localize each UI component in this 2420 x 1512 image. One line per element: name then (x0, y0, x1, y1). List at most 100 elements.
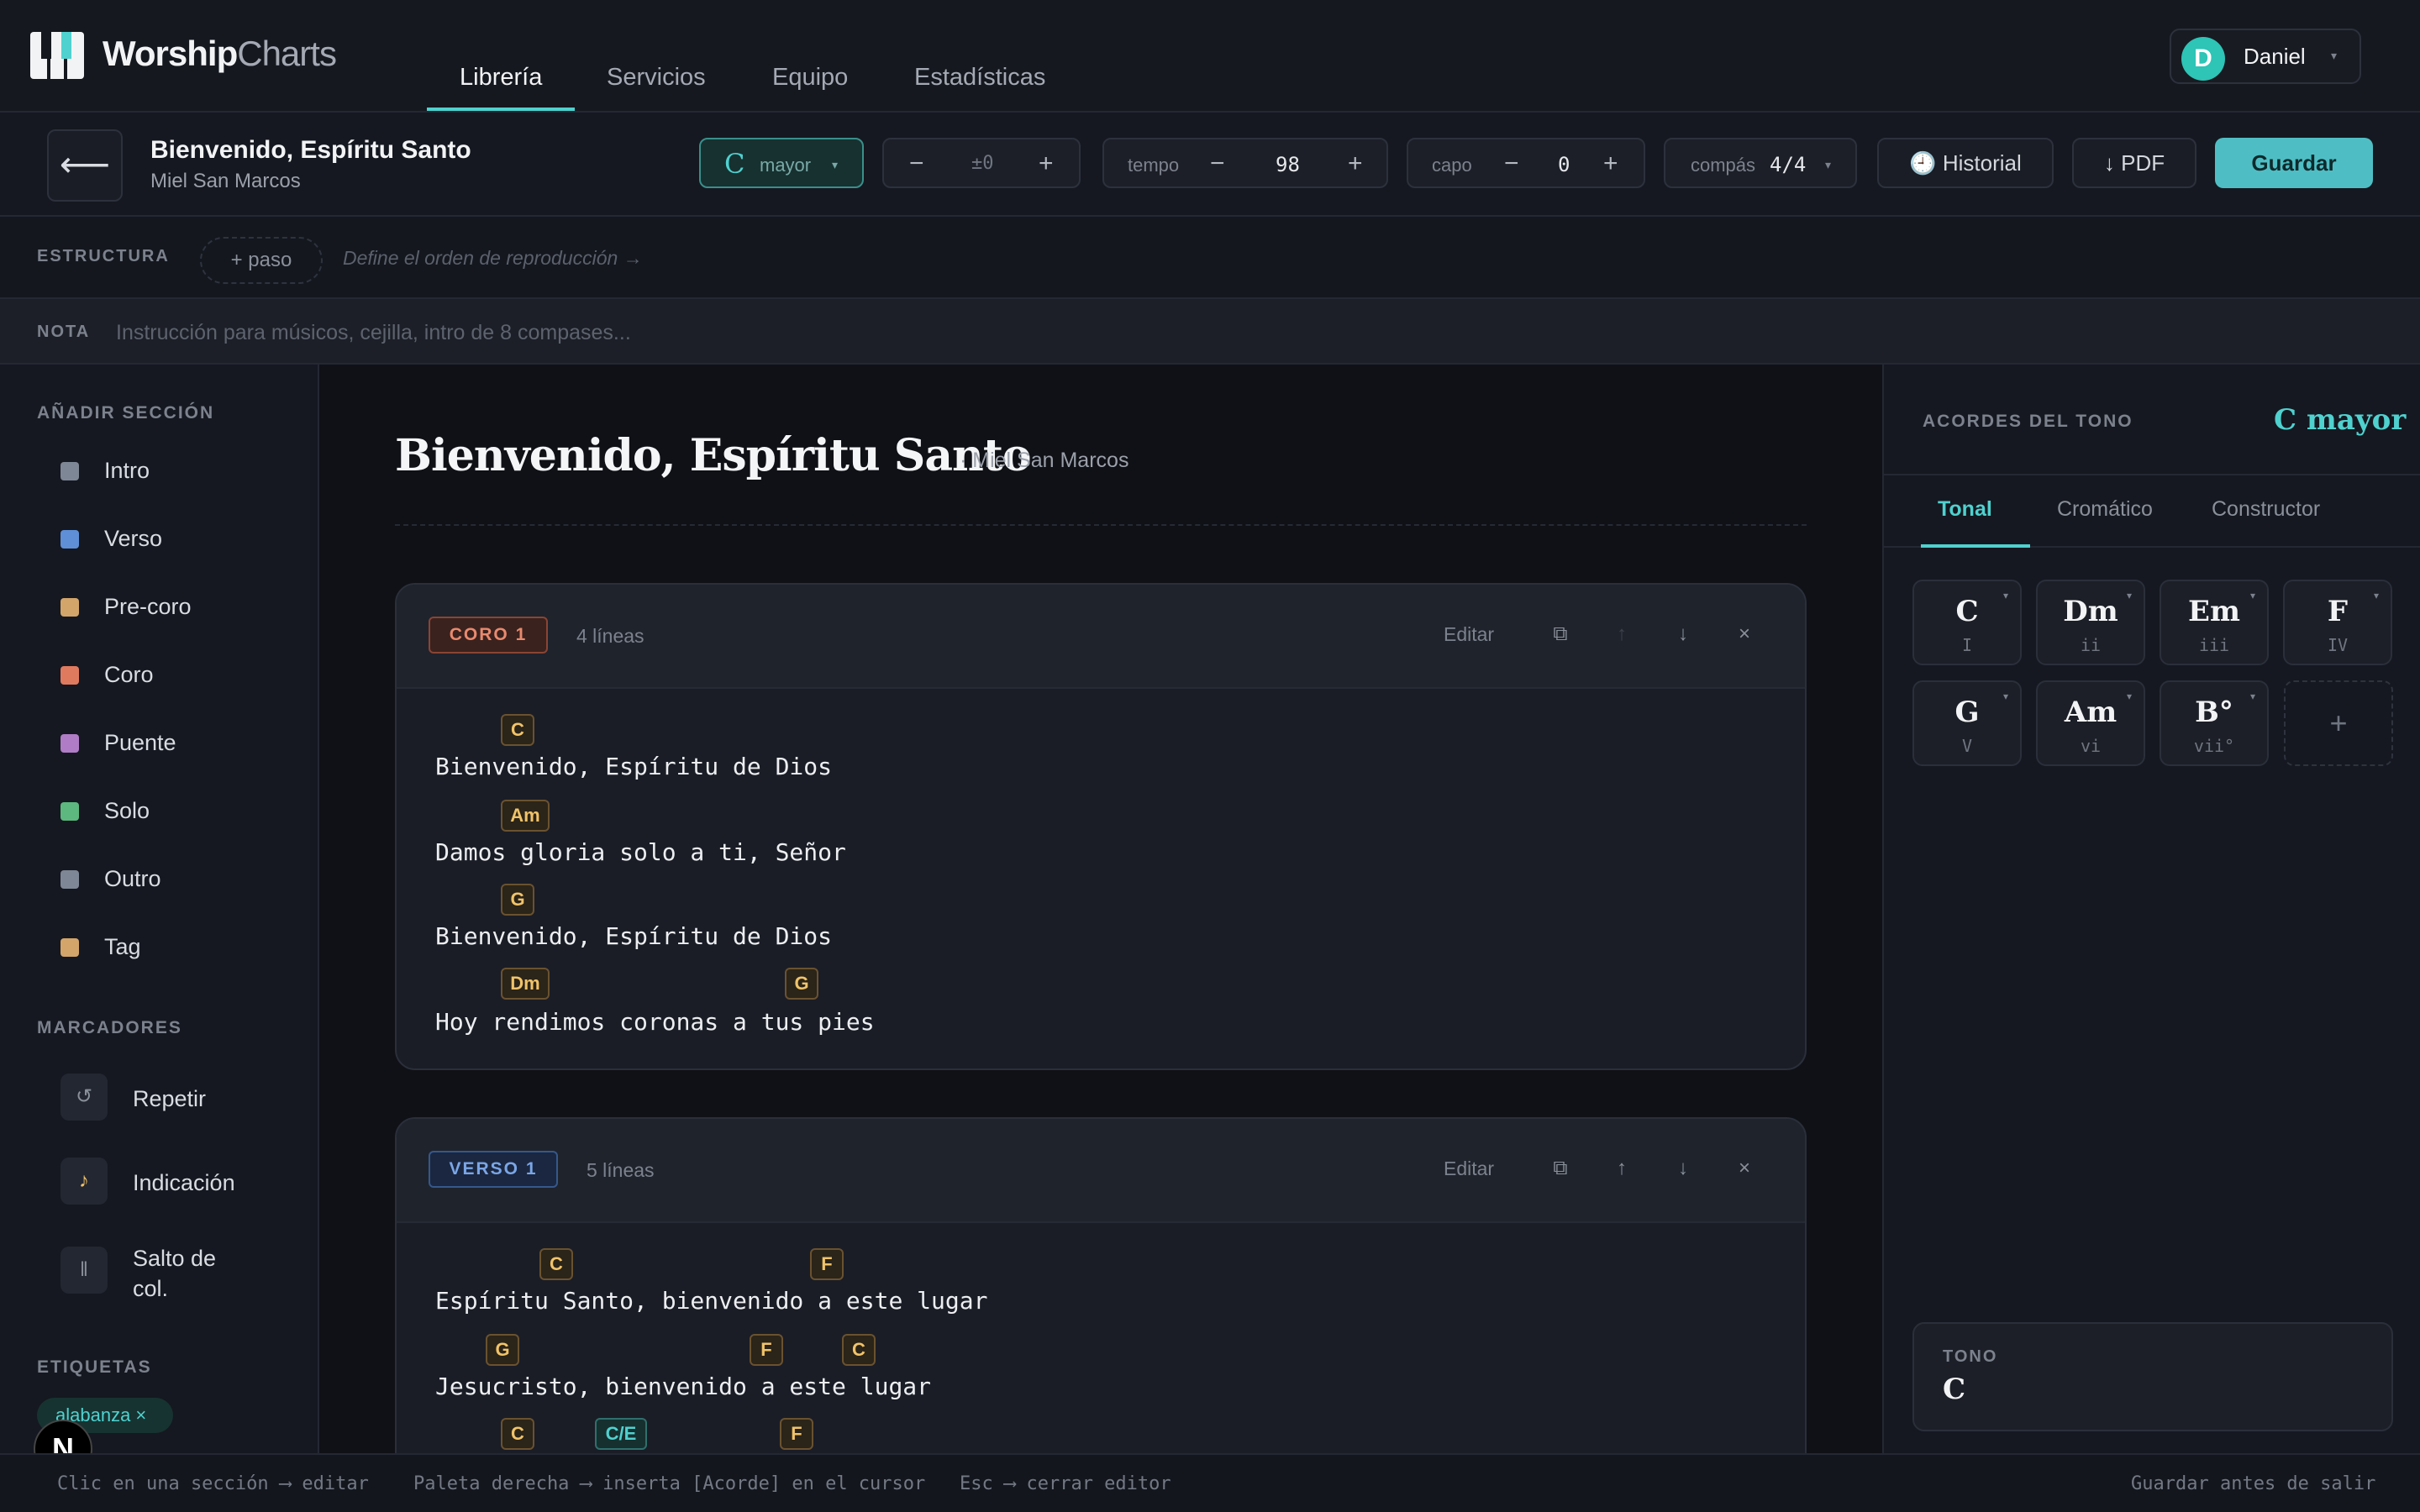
chord-key[interactable]: B° ▾ vii° (2160, 680, 2269, 766)
lyric-line[interactable]: Damos gloria solo a ti, Señor (435, 838, 846, 866)
brand-light: Charts (237, 34, 337, 73)
capo-minus-button[interactable]: − (1504, 150, 1519, 178)
note-bar: NOTA (0, 299, 2420, 365)
tempo-plus-button[interactable]: + (1348, 150, 1363, 178)
markers-heading: MARCADORES (37, 1018, 182, 1037)
chord-tag[interactable]: Am (501, 800, 550, 832)
tab-cromatico[interactable]: Cromático (2057, 497, 2153, 522)
tempo-value[interactable]: 98 (1276, 153, 1300, 176)
lyric-line[interactable]: Espíritu Santo, bienvenido a este lugar (435, 1287, 987, 1315)
add-chord-button[interactable]: + (2284, 680, 2393, 766)
chord-tag[interactable]: G (486, 1334, 519, 1366)
chevron-down-icon: ▾ (2373, 590, 2379, 601)
chord-key[interactable]: C ▾ I (1912, 580, 2022, 665)
duplicate-icon[interactable]: ⧉ (1548, 622, 1573, 647)
chord-key[interactable]: Am ▾ vi (2036, 680, 2145, 766)
nav-tab-libreria[interactable]: Librería (460, 64, 542, 92)
meter-label: compás (1691, 155, 1756, 176)
top-navbar: WorshipCharts Librería Servicios Equipo … (0, 0, 2420, 113)
chord-key[interactable]: Dm ▾ ii (2036, 580, 2145, 665)
add-section-tag[interactable]: Tag (37, 921, 289, 972)
chevron-down-icon: ▾ (2002, 590, 2008, 601)
chord-roman: iii (2198, 635, 2230, 655)
chord-key[interactable]: G ▾ V (1912, 680, 2022, 766)
tempo-minus-button[interactable]: − (1210, 150, 1225, 178)
close-icon[interactable]: × (1732, 622, 1757, 647)
add-section-outro[interactable]: Outro (37, 853, 289, 904)
chord-tag[interactable]: Dm (501, 968, 550, 1000)
arrow-up-icon[interactable]: ↑ (1609, 1156, 1634, 1181)
pdf-button[interactable]: ↓ PDF (2072, 138, 2196, 188)
meter-selector[interactable]: compás 4/4 ▾ (1664, 138, 1857, 188)
arrow-up-icon[interactable]: ↑ (1609, 622, 1634, 647)
nav-tab-servicios[interactable]: Servicios (607, 64, 706, 92)
chord-tag[interactable]: C (539, 1248, 573, 1280)
close-icon[interactable]: × (1732, 1156, 1757, 1181)
chord-tag-slash[interactable]: C/E (595, 1418, 647, 1450)
arrow-down-icon[interactable]: ↓ (1670, 1156, 1696, 1181)
capo-value[interactable]: 0 (1558, 153, 1570, 176)
key-mode: mayor (760, 155, 812, 176)
status-footer: Clic en una sección ⟶ editar Paleta dere… (0, 1453, 2420, 1512)
chord-tag[interactable]: F (780, 1418, 813, 1450)
chord-tag[interactable]: F (810, 1248, 844, 1280)
chord-tag[interactable]: C (501, 1418, 534, 1450)
chord-tag[interactable]: F (750, 1334, 783, 1366)
add-step-button[interactable]: + paso (200, 237, 323, 284)
section-color-swatch (60, 462, 79, 480)
section-color-swatch (60, 938, 79, 957)
add-section-pre-coro[interactable]: Pre-coro (37, 581, 289, 632)
chord-key[interactable]: F ▾ IV (2283, 580, 2392, 665)
section-label: Coro (104, 662, 154, 687)
tono-field[interactable]: TONO C (1912, 1322, 2393, 1431)
tab-tonal[interactable]: Tonal (1938, 497, 1992, 522)
transpose-plus-button[interactable]: + (1039, 150, 1054, 178)
chord-key[interactable]: Em ▾ iii (2160, 580, 2269, 665)
section-badge: CORO 1 (429, 617, 548, 654)
back-button[interactable]: ⟵ (47, 129, 123, 202)
tab-constructor[interactable]: Constructor (2212, 497, 2320, 522)
section-card-verso[interactable]: VERSO 1 5 líneas Editar ⧉ ↑ ↓ × C F Espí… (395, 1117, 1807, 1453)
brand-name[interactable]: WorshipCharts (103, 34, 337, 74)
logo-icon (30, 32, 84, 79)
lyric-line[interactable]: Bienvenido, Espíritu de Dios (435, 922, 832, 950)
chord-tag[interactable]: G (501, 884, 534, 916)
lyric-line[interactable]: Bienvenido, Espíritu de Dios (435, 753, 832, 780)
marker-repeat[interactable]: ↺ Repetir (37, 1068, 289, 1127)
lyric-line[interactable]: Jesucristo, bienvenido a este lugar (435, 1373, 931, 1400)
marker-indication[interactable]: ♪ Indicación (37, 1152, 289, 1211)
note-input[interactable] (116, 318, 1292, 348)
add-section-solo[interactable]: Solo (37, 785, 289, 836)
nav-tab-equipo[interactable]: Equipo (772, 64, 848, 92)
chord-tag[interactable]: C (842, 1334, 876, 1366)
tempo-stepper: tempo − 98 + (1102, 138, 1388, 188)
key-selector[interactable]: C mayor ▾ (699, 138, 864, 188)
arrow-down-icon[interactable]: ↓ (1670, 622, 1696, 647)
save-button[interactable]: Guardar (2215, 138, 2373, 188)
lyric-line[interactable]: Hoy rendimos coronas a tus pies (435, 1008, 875, 1036)
marker-column-break[interactable]: ‖ Salto de col. (37, 1242, 289, 1317)
chord-tag[interactable]: C (501, 714, 534, 746)
structure-bar: ESTRUCTURA + paso Define el orden de rep… (0, 217, 2420, 299)
edit-button[interactable]: Editar (1444, 623, 1494, 646)
capo-plus-button[interactable]: + (1603, 150, 1618, 178)
user-menu[interactable]: D Daniel ▾ (2170, 29, 2361, 84)
hint-text: Esc ⟶ cerrar editor (960, 1473, 1171, 1494)
add-section-puente[interactable]: Puente (37, 717, 289, 768)
add-section-intro[interactable]: Intro (37, 445, 289, 496)
transpose-minus-button[interactable]: − (909, 150, 924, 178)
nav-tab-estadisticas[interactable]: Estadísticas (914, 64, 1045, 92)
section-card-coro[interactable]: CORO 1 4 líneas Editar ⧉ ↑ ↓ × C Bienven… (395, 583, 1807, 1070)
add-section-coro[interactable]: Coro (37, 649, 289, 700)
chord-roman: vi (2080, 736, 2102, 756)
section-color-swatch (60, 598, 79, 617)
marker-label: Indicación (133, 1170, 235, 1195)
duplicate-icon[interactable]: ⧉ (1548, 1156, 1573, 1181)
section-header: CORO 1 4 líneas Editar ⧉ ↑ ↓ × (397, 585, 1805, 689)
history-button[interactable]: 🕘 Historial (1877, 138, 2054, 188)
title-divider (395, 524, 1807, 526)
add-section-verso[interactable]: Verso (37, 513, 289, 564)
column-break-icon: ‖ (60, 1247, 108, 1294)
edit-button[interactable]: Editar (1444, 1158, 1494, 1180)
chord-tag[interactable]: G (785, 968, 818, 1000)
